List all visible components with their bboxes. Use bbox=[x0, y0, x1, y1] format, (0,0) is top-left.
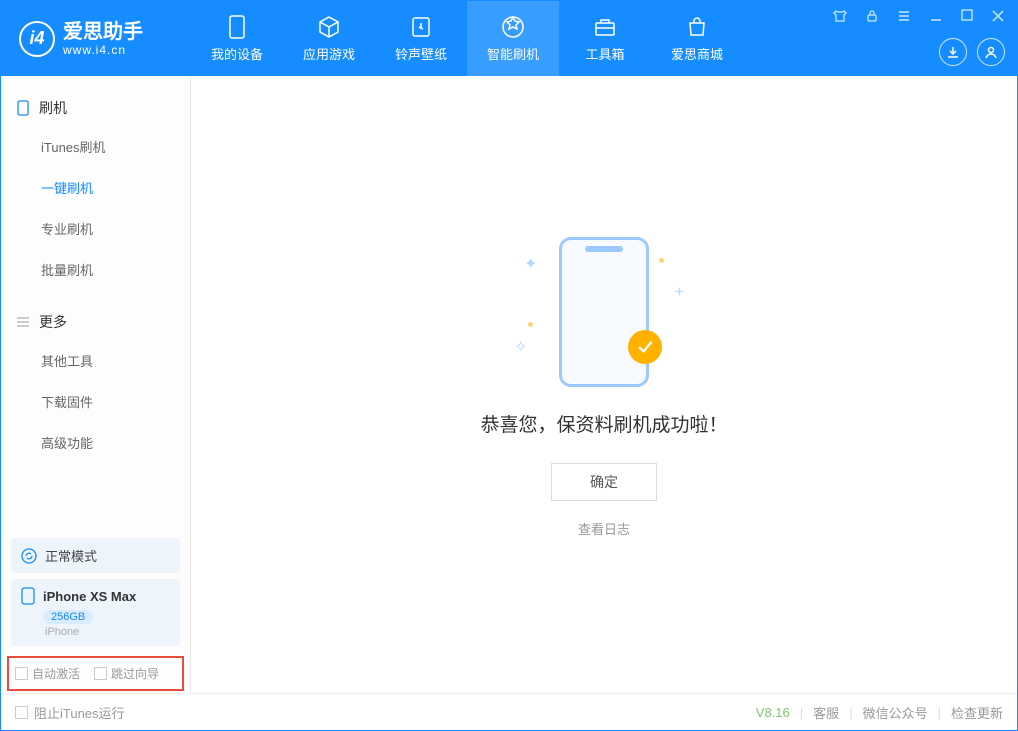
dot-icon bbox=[659, 258, 664, 263]
sidebar-item-batch[interactable]: 批量刷机 bbox=[1, 249, 190, 290]
sidebar-item-itunes[interactable]: iTunes刷机 bbox=[1, 126, 190, 167]
phone-icon bbox=[559, 237, 649, 387]
nav-tab-device[interactable]: 我的设备 bbox=[191, 1, 283, 76]
nav-tab-flash[interactable]: 智能刷机 bbox=[467, 1, 559, 76]
sidebar-item-pro[interactable]: 专业刷机 bbox=[1, 208, 190, 249]
checkbox-icon bbox=[15, 706, 28, 719]
device-icon bbox=[21, 587, 35, 605]
nav-tab-tools[interactable]: 工具箱 bbox=[559, 1, 651, 76]
minimize-button[interactable] bbox=[925, 7, 947, 28]
nav-label: 智能刷机 bbox=[487, 44, 539, 63]
app-header: i4 爱思助手 www.i4.cn 我的设备 应用游戏 铃声壁纸 智能刷机 工具… bbox=[1, 1, 1017, 76]
titlebar-controls bbox=[829, 7, 1009, 28]
update-link[interactable]: 检查更新 bbox=[951, 703, 1003, 722]
nav-label: 应用游戏 bbox=[303, 44, 355, 63]
sidebar-item-other[interactable]: 其他工具 bbox=[1, 340, 190, 381]
checkbox-skip-guide[interactable]: 跳过向导 bbox=[94, 665, 159, 682]
checkbox-label: 阻止iTunes运行 bbox=[34, 703, 125, 722]
separator: | bbox=[938, 705, 941, 720]
device-panel: 正常模式 iPhone XS Max 256GB iPhone bbox=[1, 532, 190, 656]
checkbox-icon bbox=[15, 667, 28, 680]
app-url: www.i4.cn bbox=[63, 43, 143, 57]
version-label: V8.16 bbox=[756, 705, 790, 720]
logo-area: i4 爱思助手 www.i4.cn bbox=[1, 21, 191, 57]
device-icon bbox=[228, 14, 246, 40]
sync-icon bbox=[21, 548, 37, 564]
sparkle-icon: ✦ bbox=[524, 254, 537, 274]
nav-tab-apps[interactable]: 应用游戏 bbox=[283, 1, 375, 76]
sidebar-section-title: 刷机 bbox=[39, 98, 67, 118]
device-capacity: 256GB bbox=[43, 610, 93, 624]
logo-icon: i4 bbox=[19, 21, 55, 57]
tshirt-icon[interactable] bbox=[829, 7, 851, 28]
checkbox-block-itunes[interactable]: 阻止iTunes运行 bbox=[15, 703, 125, 722]
checkbox-auto-activate[interactable]: 自动激活 bbox=[15, 665, 80, 682]
success-message: 恭喜您，保资料刷机成功啦！ bbox=[480, 410, 727, 437]
checkbox-label: 自动激活 bbox=[32, 665, 80, 682]
store-icon bbox=[686, 14, 708, 40]
sparkle-icon: ✧ bbox=[514, 337, 527, 357]
sparkle-icon: + bbox=[675, 284, 684, 302]
header-actions bbox=[939, 38, 1005, 66]
nav-label: 工具箱 bbox=[585, 44, 624, 63]
dot-icon bbox=[528, 322, 533, 327]
nav-label: 爱思商城 bbox=[671, 44, 723, 63]
support-link[interactable]: 客服 bbox=[813, 703, 839, 722]
flash-icon bbox=[501, 14, 525, 40]
close-button[interactable] bbox=[987, 7, 1009, 28]
device-mode-label: 正常模式 bbox=[45, 546, 97, 565]
status-bar: 阻止iTunes运行 V8.16 | 客服 | 微信公众号 | 检查更新 bbox=[1, 693, 1017, 731]
nav-tab-store[interactable]: 爱思商城 bbox=[651, 1, 743, 76]
success-illustration: ✦ ✧ + bbox=[484, 232, 724, 392]
checkbox-label: 跳过向导 bbox=[111, 665, 159, 682]
device-name: iPhone XS Max bbox=[43, 589, 136, 604]
sidebar-section-more: 更多 其他工具 下载固件 高级功能 bbox=[1, 290, 190, 463]
device-mode[interactable]: 正常模式 bbox=[11, 538, 180, 573]
logo-text: 爱思助手 www.i4.cn bbox=[63, 21, 143, 57]
download-button[interactable] bbox=[939, 38, 967, 66]
user-button[interactable] bbox=[977, 38, 1005, 66]
maximize-button[interactable] bbox=[957, 7, 977, 28]
success-badge-icon bbox=[628, 330, 662, 364]
options-row: 自动激活 跳过向导 bbox=[7, 656, 184, 691]
sidebar-item-firmware[interactable]: 下载固件 bbox=[1, 381, 190, 422]
sidebar-section-flash: 刷机 iTunes刷机 一键刷机 专业刷机 批量刷机 bbox=[1, 76, 190, 290]
sidebar: 刷机 iTunes刷机 一键刷机 专业刷机 批量刷机 更多 其他工具 下载固件 … bbox=[1, 76, 191, 693]
device-type: iPhone bbox=[45, 626, 170, 638]
sidebar-section-title: 更多 bbox=[39, 312, 67, 332]
spacer bbox=[1, 463, 190, 532]
separator: | bbox=[800, 705, 803, 720]
menu-icon[interactable] bbox=[893, 7, 915, 28]
phone-icon bbox=[15, 100, 31, 116]
main-content: ✦ ✧ + 恭喜您，保资料刷机成功啦！ 确定 查看日志 bbox=[191, 76, 1017, 693]
view-log-link[interactable]: 查看日志 bbox=[578, 519, 630, 538]
sidebar-header-more: 更多 bbox=[1, 304, 190, 340]
media-icon bbox=[410, 14, 432, 40]
sidebar-item-advanced[interactable]: 高级功能 bbox=[1, 422, 190, 463]
lock-icon[interactable] bbox=[861, 7, 883, 28]
checkbox-icon bbox=[94, 667, 107, 680]
list-icon bbox=[15, 316, 31, 328]
app-body: 刷机 iTunes刷机 一键刷机 专业刷机 批量刷机 更多 其他工具 下载固件 … bbox=[1, 76, 1017, 693]
wechat-link[interactable]: 微信公众号 bbox=[863, 703, 928, 722]
nav-tab-media[interactable]: 铃声壁纸 bbox=[375, 1, 467, 76]
sidebar-item-oneclick[interactable]: 一键刷机 bbox=[1, 167, 190, 208]
nav-tabs: 我的设备 应用游戏 铃声壁纸 智能刷机 工具箱 爱思商城 bbox=[191, 1, 743, 76]
nav-label: 我的设备 bbox=[211, 44, 263, 63]
cube-icon bbox=[317, 14, 341, 40]
toolbox-icon bbox=[593, 14, 617, 40]
separator: | bbox=[849, 705, 852, 720]
app-name: 爱思助手 bbox=[63, 21, 143, 43]
ok-button[interactable]: 确定 bbox=[551, 463, 657, 501]
nav-label: 铃声壁纸 bbox=[395, 44, 447, 63]
sidebar-header-flash: 刷机 bbox=[1, 90, 190, 126]
device-info[interactable]: iPhone XS Max 256GB iPhone bbox=[11, 579, 180, 646]
